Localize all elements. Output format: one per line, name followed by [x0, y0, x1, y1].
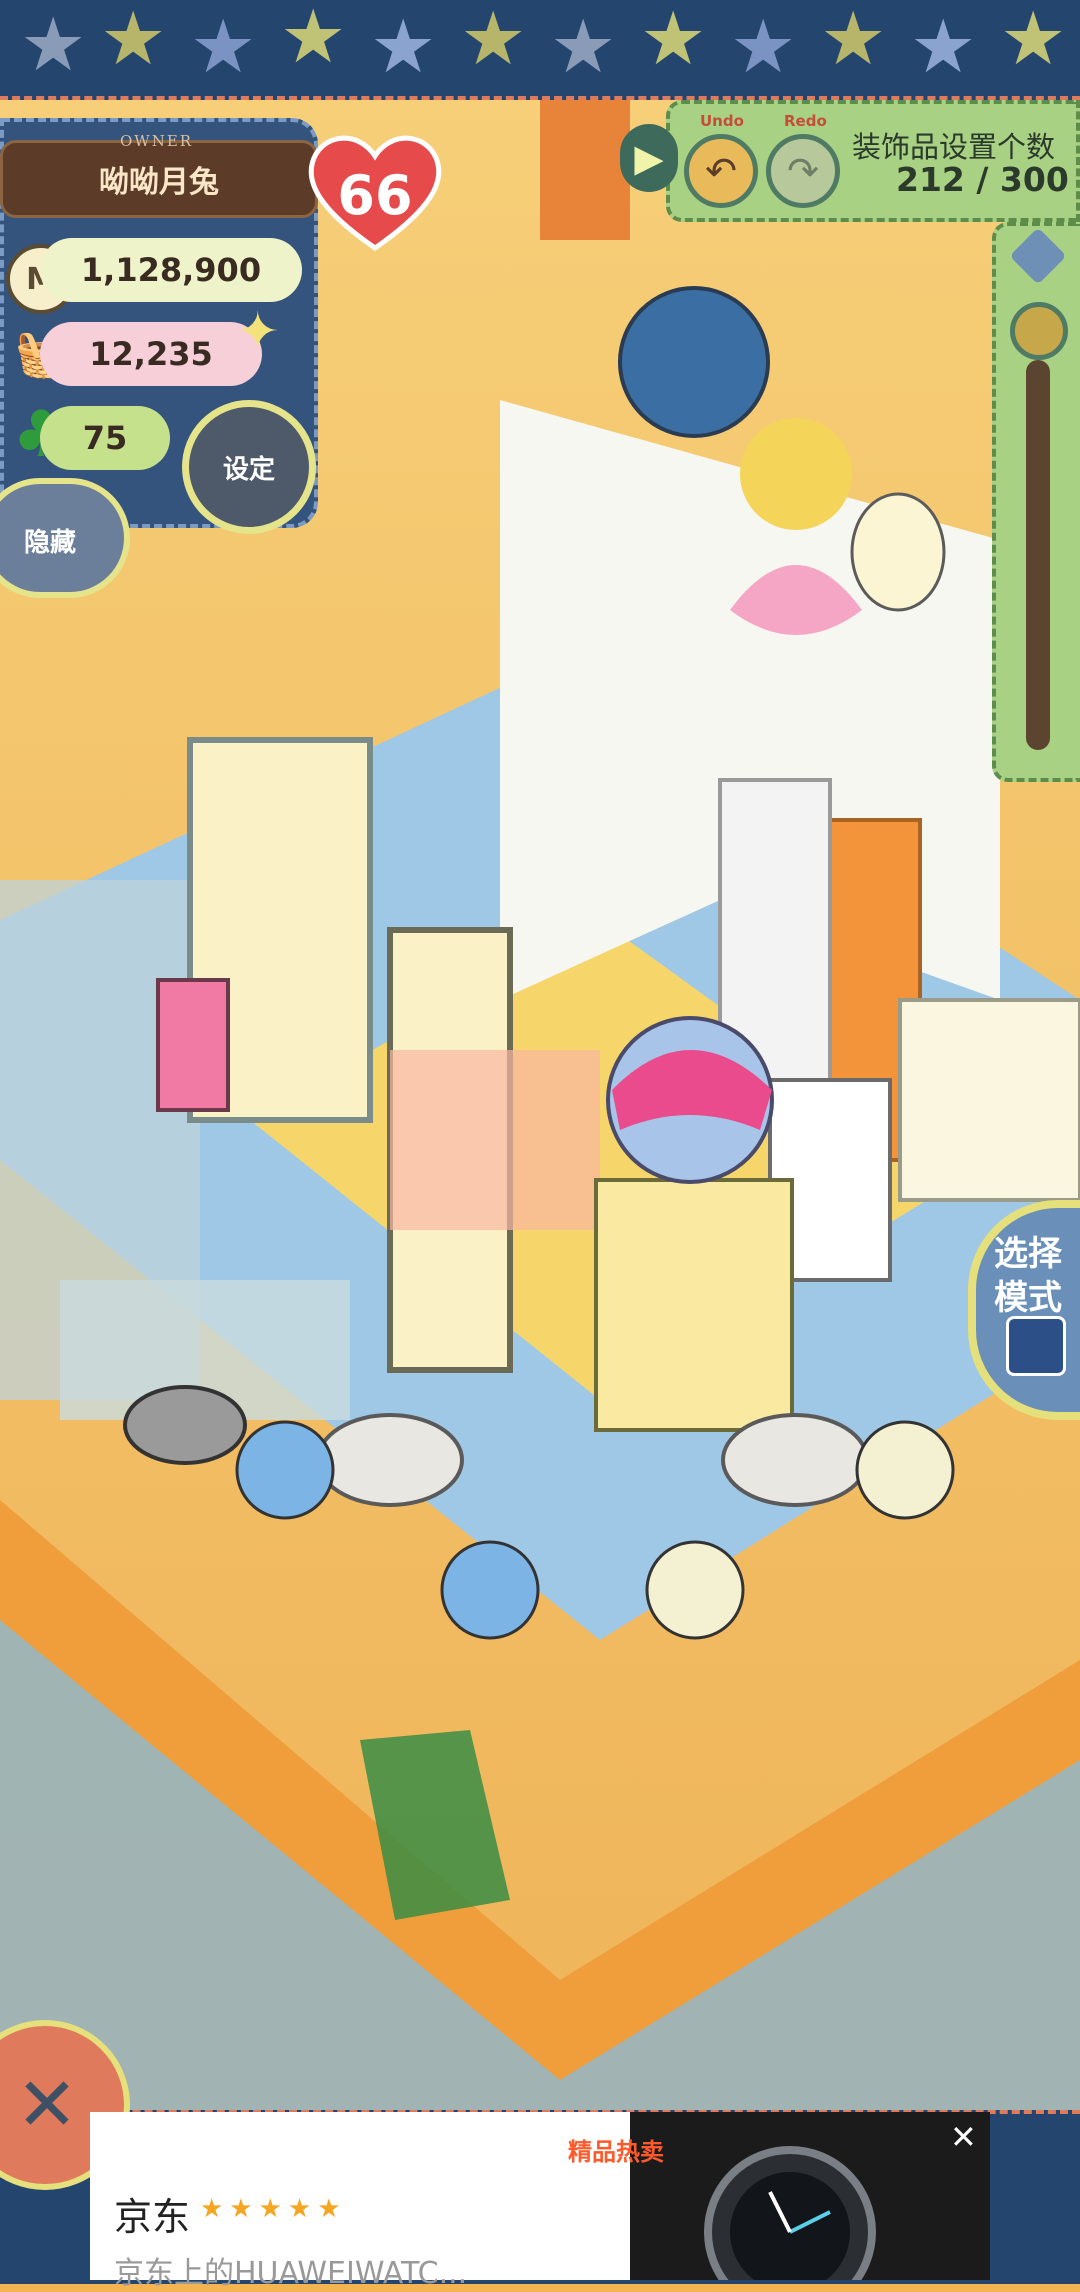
- redo-icon: ↷: [787, 149, 819, 193]
- redo-button[interactable]: ↷: [766, 134, 840, 208]
- heart-level-value: 66: [337, 164, 413, 227]
- hide-button-label[interactable]: 隐藏: [24, 522, 76, 559]
- play-arrow-icon[interactable]: ▶: [620, 124, 678, 192]
- undo-label: Undo: [700, 112, 744, 130]
- zoom-slider-knob[interactable]: [1010, 302, 1068, 360]
- undo-button[interactable]: ↶: [684, 134, 758, 208]
- close-icon: ✕: [16, 2062, 79, 2148]
- gift-points-value: 12,235: [40, 322, 262, 386]
- redo-label: Redo: [784, 112, 827, 130]
- cube-icon: [1006, 1316, 1066, 1376]
- select-mode-label[interactable]: 选择模式: [994, 1232, 1074, 1320]
- decoration-count-value: 212 / 300: [896, 160, 1069, 199]
- zoom-slider-rail[interactable]: [1026, 360, 1050, 750]
- money-value: 1,128,900: [40, 238, 302, 302]
- ad-close-icon[interactable]: ✕: [950, 2118, 977, 2156]
- owner-name: 呦呦月兔: [0, 140, 318, 218]
- sparkle-icon: ✦: [236, 302, 280, 362]
- undo-icon: ↶: [705, 149, 737, 193]
- clover-value: 75: [40, 406, 170, 470]
- ad-description[interactable]: 京东上的HUAWEIWATC...: [114, 2248, 514, 2292]
- settings-button[interactable]: 设定: [182, 400, 316, 534]
- ad-product-image[interactable]: [630, 2112, 990, 2280]
- watch-image: [630, 2112, 990, 2280]
- owner-label: OWNER: [120, 132, 194, 150]
- ad-brand[interactable]: 京东: [114, 2186, 190, 2241]
- ad-rating-stars: ★★★★★: [200, 2194, 347, 2224]
- ad-badge: 精品热卖: [568, 2138, 664, 2166]
- top-star-border: ★ ★ ★ ★ ★ ★ ★ ★ ★ ★ ★ ★: [0, 0, 1080, 100]
